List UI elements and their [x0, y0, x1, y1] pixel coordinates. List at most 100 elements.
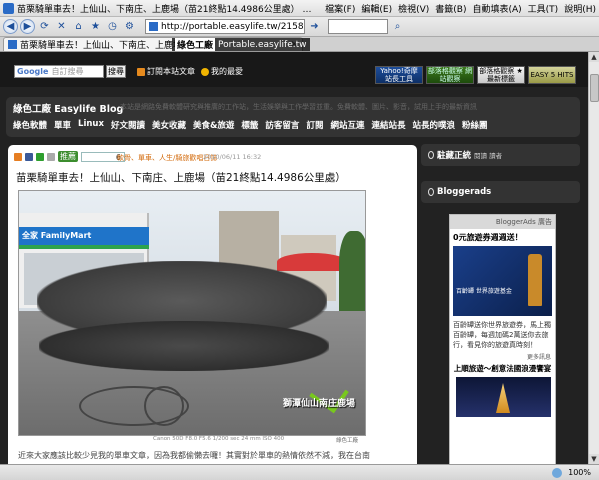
blog-title[interactable]: 綠色工廠 Easylife Blog	[13, 101, 123, 115]
menu-help[interactable]: 說明(H)	[564, 2, 596, 15]
menu-autofill[interactable]: 自動填表(A)	[472, 2, 521, 15]
print-icon[interactable]	[14, 152, 22, 161]
nav-item-links[interactable]: 網站互連	[330, 119, 364, 131]
blog-nav: 綠色軟體 單車 Linux 好文閱讀 美女收藏 美食&旅遊 標籤 訪客留言 訂閱…	[13, 119, 488, 131]
reload-button[interactable]: ⟳	[37, 19, 52, 34]
blog-post: 推薦 6 軟骨、單車、人生/騎旅歡唱日誌 2010/06/11 16:32 苗栗…	[8, 145, 417, 464]
post-photo[interactable]: 全家 FamilyMart 獅潭仙山南庄鹿場	[18, 190, 366, 436]
history-button[interactable]: ◷	[105, 19, 120, 34]
nav-item-guestbook[interactable]: 訪客留言	[265, 119, 299, 131]
widget-1-title: 駐藏正統	[437, 151, 472, 161]
menu-view[interactable]: 檢視(V)	[398, 2, 429, 15]
scroll-up-icon[interactable]: ▲	[589, 52, 599, 62]
nav-item-reading[interactable]: 好文閱讀	[111, 119, 145, 131]
post-date: 2010/06/11 16:32	[203, 153, 262, 161]
tab-favicon-icon	[8, 40, 17, 49]
nav-item-plurk[interactable]: 站長的噗浪	[412, 119, 455, 131]
nav-item-contact[interactable]: 連結站長	[371, 119, 405, 131]
photo-exif: Canon 50D F8.0 F5.6 1/200 sec 24 mm ISO …	[153, 436, 285, 442]
site-search-button[interactable]: 搜尋	[106, 65, 126, 78]
nav-item-beauty[interactable]: 美女收藏	[152, 119, 186, 131]
subscribe-link[interactable]: 訂閱本站文章	[137, 66, 195, 77]
ad-2-title[interactable]: 上順旅遊～創意法國浪漫饗宴	[450, 361, 555, 374]
ad-2-image[interactable]	[456, 377, 551, 417]
ad-1-title[interactable]: 0元旅遊券週週送！	[450, 229, 555, 243]
photo-cyclists-sitting	[39, 321, 329, 371]
badge-yahoo[interactable]: Yahoo!奇摩 站長工具	[375, 66, 423, 84]
status-bar: 100%	[0, 464, 599, 480]
web-page: Google 自訂搜尋 搜尋 訂閱本站文章 我的最愛 Yahoo!奇摩 站長工具…	[0, 52, 599, 464]
post-title[interactable]: 苗栗騎單車去！上仙山、下南庄、上鹿場（苗21終點14.4986公里處）	[16, 170, 346, 185]
search-icon: ⌕	[394, 21, 401, 32]
nav-item-tags[interactable]: 標籤	[241, 119, 258, 131]
site-search-placeholder: 自訂搜尋	[51, 67, 84, 76]
photo-caption: 獅潭仙山南庄鹿場	[282, 399, 355, 409]
ad-1-more[interactable]: 更多訊息	[450, 350, 555, 361]
photo-tree	[339, 231, 365, 311]
sidebar-widget-2: Bloggerads	[421, 181, 580, 203]
site-favicon-icon	[149, 22, 158, 31]
scrollbar-thumb[interactable]	[590, 74, 599, 102]
ad-1-image[interactable]: 百齡罈 世界旅遊基金	[453, 246, 552, 316]
pin-icon	[428, 151, 434, 159]
stop-icon: ✕	[57, 21, 66, 32]
rss-icon	[137, 67, 145, 76]
scroll-down-icon[interactable]: ▼	[589, 454, 599, 464]
zoom-level[interactable]: 100%	[568, 468, 591, 477]
subscribe-label: 訂閱本站文章	[147, 67, 195, 76]
go-arrow-icon: ➜	[310, 21, 319, 32]
badge-latest-tags[interactable]: 部落格觀察 ★最新標籤	[477, 66, 525, 84]
badge-blog-watch[interactable]: 部落格觀察 網站觀察	[426, 66, 474, 84]
nav-item-subscribe[interactable]: 訂閱	[306, 119, 323, 131]
photo-credit: 綠色工廠	[336, 438, 359, 444]
page-scrollbar[interactable]: ▲ ▼	[588, 52, 599, 464]
address-bar[interactable]: http://portable.easylife.tw/2158	[145, 19, 305, 34]
window-titlebar: 苗栗騎單車去！上仙山、下南庄、上鹿場（苗21終點14.4986公里處） @綠色工…	[0, 0, 599, 17]
facebook-icon[interactable]	[25, 152, 33, 161]
favorite-label: 我的最愛	[211, 67, 243, 76]
ads-header[interactable]: BloggerAds 廣告	[450, 215, 555, 229]
window-title: 苗栗騎單車去！上仙山、下南庄、上鹿場（苗21終點14.4986公里處） @綠色工…	[17, 4, 320, 15]
badge-hits[interactable]: EASY 5 HITS	[528, 66, 576, 84]
reload-icon: ⟳	[40, 21, 49, 32]
email-icon[interactable]	[47, 152, 55, 161]
google-logo: Google	[17, 67, 49, 76]
plurk-button[interactable]: 推薦	[58, 151, 78, 162]
go-button[interactable]: ➜	[307, 19, 322, 34]
nav-item-green-software[interactable]: 綠色軟體	[13, 119, 47, 131]
security-icon	[552, 467, 563, 478]
menu-bookmarks[interactable]: 書籤(B)	[435, 2, 466, 15]
site-watermark: 綠色工廠 Portable.easylife.tw	[172, 38, 310, 51]
star-icon: ★	[91, 21, 100, 32]
home-button[interactable]: ⌂	[71, 19, 86, 34]
address-url: http://portable.easylife.tw/2158	[161, 21, 304, 32]
nav-item-food-travel[interactable]: 美食&旅遊	[193, 119, 234, 131]
menu-edit[interactable]: 編輯(E)	[361, 2, 392, 15]
browser-search-input[interactable]	[328, 19, 388, 34]
share-icon[interactable]	[36, 152, 44, 161]
photo-store-sign: 全家 FamilyMart	[19, 227, 149, 245]
menu-bar: 檔案(F) 編輯(E) 檢視(V) 書籤(B) 自動填表(A) 工具(T) 說明…	[325, 2, 596, 15]
forward-arrow-icon: ▶	[23, 21, 32, 32]
nav-item-linux[interactable]: Linux	[78, 119, 104, 131]
favorites-button[interactable]: ★	[88, 19, 103, 34]
site-search-input[interactable]: Google 自訂搜尋	[14, 65, 104, 78]
browser-icon	[3, 2, 14, 14]
forward-button[interactable]: ▶	[20, 19, 35, 34]
nav-item-fans[interactable]: 粉絲團	[462, 119, 488, 131]
stop-button[interactable]: ✕	[54, 19, 69, 34]
back-arrow-icon: ◀	[6, 21, 15, 32]
photo-bicycle-wheel-2	[144, 386, 184, 426]
ad-bottle-icon	[528, 254, 542, 306]
clock-icon: ◷	[108, 21, 117, 32]
widget-1-sub[interactable]: 閱讀 讀者	[474, 150, 502, 160]
favorite-link[interactable]: 我的最愛	[201, 66, 243, 77]
menu-tools[interactable]: 工具(T)	[528, 2, 559, 15]
nav-item-bike[interactable]: 單車	[54, 119, 71, 131]
back-button[interactable]: ◀	[3, 19, 18, 34]
home-icon: ⌂	[75, 21, 82, 32]
tools-button[interactable]: ⚙	[122, 19, 137, 34]
menu-file[interactable]: 檔案(F)	[325, 2, 355, 15]
browser-search-button[interactable]: ⌕	[390, 19, 405, 34]
ad-1-description[interactable]: 百齡罈送你世界旅遊券，馬上獨百齡罈，每週加碼2萬送你去旅行，看見你的旅遊真時刻！	[450, 316, 555, 350]
